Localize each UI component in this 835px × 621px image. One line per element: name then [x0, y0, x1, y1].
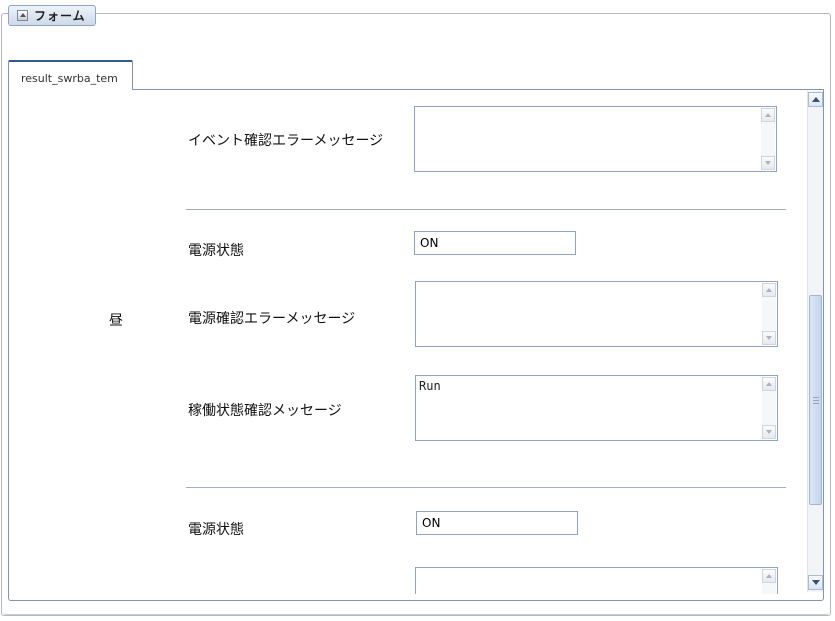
arrow-up-icon — [766, 288, 772, 292]
separator — [186, 487, 786, 488]
textarea-scroll-down[interactable] — [762, 331, 776, 345]
arrow-up-icon — [765, 113, 771, 117]
grip-icon — [813, 397, 819, 398]
operation-status-label: 稼働状態確認メッセージ — [188, 403, 342, 419]
vertical-scrollbar[interactable] — [807, 91, 823, 592]
textarea-scroll-up[interactable] — [762, 283, 776, 297]
power-status-input[interactable]: ON — [414, 231, 576, 255]
textarea-scroll-up[interactable] — [762, 377, 776, 391]
form-header[interactable]: フォーム — [8, 5, 96, 26]
tab-result-swrba[interactable]: result_swrba_tem — [8, 60, 133, 91]
power-error-textarea-2[interactable] — [415, 567, 778, 594]
textarea-scroll-up[interactable] — [761, 108, 775, 122]
arrow-down-icon — [766, 336, 772, 340]
arrow-down-icon — [811, 580, 820, 585]
arrow-down-icon — [765, 161, 771, 165]
arrow-up-icon — [811, 97, 820, 102]
power-status-label-2: 電源状態 — [188, 522, 244, 538]
scroll-thumb[interactable] — [809, 295, 822, 505]
textarea-scroll-down[interactable] — [762, 425, 776, 439]
textarea-scrollbar[interactable] — [761, 108, 775, 170]
textarea-scrollbar[interactable] — [762, 569, 776, 594]
power-error-textarea[interactable] — [415, 281, 778, 347]
textarea-scroll-up[interactable] — [762, 569, 776, 583]
power-status-input-2[interactable]: ON — [416, 511, 578, 535]
power-error-label: 電源確認エラーメッセージ — [188, 311, 356, 327]
operation-status-value: Run — [419, 379, 441, 393]
event-error-textarea[interactable] — [414, 106, 777, 172]
textarea-scrollbar[interactable] — [762, 377, 776, 439]
operation-status-textarea[interactable]: Run — [415, 375, 778, 441]
grip-icon — [813, 403, 819, 404]
separator — [186, 209, 786, 210]
scroll-down-button[interactable] — [808, 575, 823, 590]
collapse-icon[interactable] — [17, 10, 28, 21]
power-status-label: 電源状態 — [188, 243, 244, 259]
arrow-up-icon — [766, 574, 772, 578]
scroll-up-button[interactable] — [808, 92, 823, 107]
textarea-scroll-down[interactable] — [761, 156, 775, 170]
arrow-up-icon — [766, 382, 772, 386]
event-error-label: イベント確認エラーメッセージ — [188, 133, 384, 149]
form-panel-shadow — [3, 608, 829, 615]
textarea-scrollbar[interactable] — [762, 283, 776, 345]
grip-icon — [813, 400, 819, 401]
group-label-day: 昼 — [109, 313, 123, 329]
arrow-down-icon — [766, 430, 772, 434]
form-title: フォーム — [34, 9, 86, 23]
